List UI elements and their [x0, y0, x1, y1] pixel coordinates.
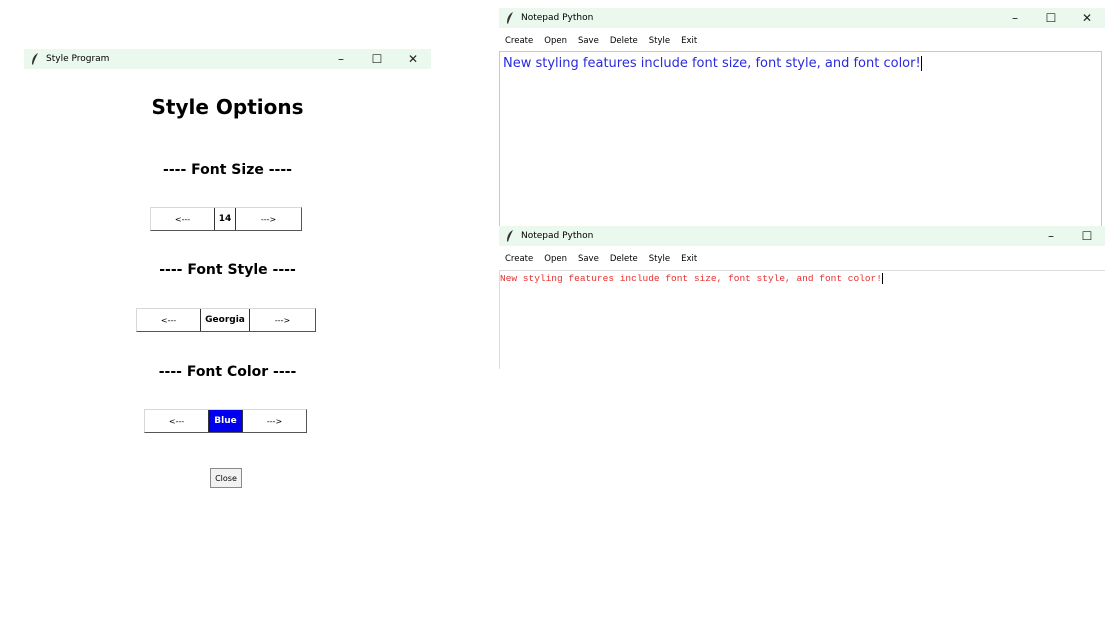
font-color-stepper: <--- Blue --->: [144, 409, 307, 433]
minimize-icon[interactable]: –: [1033, 226, 1069, 246]
text-caret: [920, 56, 922, 71]
font-size-prev-button[interactable]: <---: [151, 208, 214, 230]
text-editor[interactable]: New styling features include font size, …: [499, 51, 1102, 227]
font-size-next-button[interactable]: --->: [236, 208, 301, 230]
menu-open[interactable]: Open: [544, 36, 567, 46]
font-style-prev-button[interactable]: <---: [137, 309, 200, 331]
menu-create[interactable]: Create: [505, 254, 533, 264]
text-caret: [881, 273, 883, 284]
font-style-label: ---- Font Style ----: [159, 262, 296, 278]
feather-icon: [507, 12, 513, 24]
font-style-stepper: <--- Georgia --->: [136, 308, 316, 332]
font-size-stepper: <--- 14 --->: [150, 207, 302, 231]
menu-style[interactable]: Style: [649, 36, 670, 46]
title-bar[interactable]: Notepad Python – ☐: [499, 226, 1105, 246]
menu-save[interactable]: Save: [578, 254, 599, 264]
editor-text: New styling features include font size, …: [500, 273, 882, 285]
close-icon[interactable]: ✕: [395, 49, 431, 69]
font-color-value: Blue: [208, 410, 243, 432]
close-button[interactable]: Close: [210, 468, 242, 488]
title-bar[interactable]: Style Program – ☐ ✕: [24, 49, 431, 69]
menu-exit[interactable]: Exit: [681, 36, 697, 46]
notepad-window-bottom: Notepad Python – ☐ Create Open Save Dele…: [499, 226, 1105, 371]
feather-icon: [32, 53, 38, 65]
page-title: Style Options: [151, 95, 304, 119]
font-size-value: 14: [214, 208, 236, 230]
maximize-icon[interactable]: ☐: [359, 49, 395, 69]
style-program-window: Style Program – ☐ ✕ Style Options ---- F…: [24, 49, 431, 579]
close-icon[interactable]: ✕: [1069, 8, 1105, 28]
menu-create[interactable]: Create: [505, 36, 533, 46]
feather-icon: [507, 230, 513, 242]
window-title: Style Program: [46, 54, 110, 64]
menu-style[interactable]: Style: [649, 254, 670, 264]
menu-bar: Create Open Save Delete Style Exit: [499, 34, 1105, 48]
minimize-icon[interactable]: –: [997, 8, 1033, 28]
maximize-icon[interactable]: ☐: [1069, 226, 1105, 246]
minimize-icon[interactable]: –: [323, 49, 359, 69]
font-style-next-button[interactable]: --->: [250, 309, 315, 331]
window-title: Notepad Python: [521, 231, 594, 241]
title-bar[interactable]: Notepad Python – ☐ ✕: [499, 8, 1105, 28]
menu-delete[interactable]: Delete: [610, 254, 638, 264]
menu-exit[interactable]: Exit: [681, 254, 697, 264]
maximize-icon[interactable]: ☐: [1033, 8, 1069, 28]
font-color-next-button[interactable]: --->: [243, 410, 306, 432]
window-title: Notepad Python: [521, 13, 594, 23]
menu-open[interactable]: Open: [544, 254, 567, 264]
menu-delete[interactable]: Delete: [610, 36, 638, 46]
font-color-label: ---- Font Color ----: [158, 364, 297, 380]
editor-text: New styling features include font size, …: [503, 56, 921, 71]
font-color-prev-button[interactable]: <---: [145, 410, 208, 432]
font-size-label: ---- Font Size ----: [163, 162, 292, 178]
menu-save[interactable]: Save: [578, 36, 599, 46]
font-style-value: Georgia: [200, 309, 250, 331]
notepad-window-top: Notepad Python – ☐ ✕ Create Open Save De…: [499, 8, 1105, 228]
text-editor[interactable]: New styling features include font size, …: [499, 270, 1105, 369]
menu-bar: Create Open Save Delete Style Exit: [499, 252, 1105, 266]
